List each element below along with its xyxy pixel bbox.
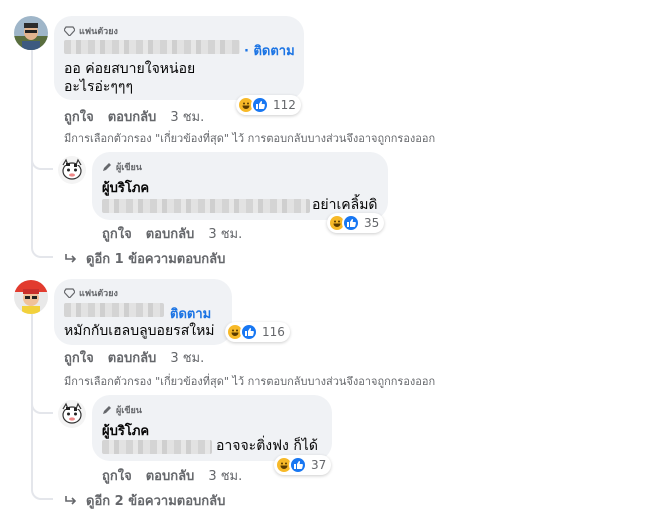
author-avatar[interactable] xyxy=(58,400,86,428)
reply-text: อาจจะติ่งฟง ก็ได้ xyxy=(216,438,318,454)
reply-author-name[interactable]: ผู้บริโภค xyxy=(102,177,149,198)
reaction-count: 116 xyxy=(262,325,285,339)
reply-actions: ถูกใจ ตอบกลับ 3 ชม. xyxy=(102,223,242,244)
reply-text: อย่าเคลิ้มดิ xyxy=(312,197,378,213)
reply-button[interactable]: ตอบกลับ xyxy=(146,465,195,486)
top-fan-badge: แฟนตัวยง xyxy=(64,286,118,300)
comment-actions: ถูกใจ ตอบกลับ 3 ชม. xyxy=(64,106,204,127)
like-button[interactable]: ถูกใจ xyxy=(102,465,132,486)
view-more-replies[interactable]: ดูอีก 2 ข้อความตอบกลับ xyxy=(64,490,225,511)
thread-line xyxy=(31,50,33,246)
reply-arrow-icon xyxy=(65,495,77,505)
blurred-commenter-name xyxy=(64,303,164,317)
filter-notice: มีการเลือกตัวกรอง "เกี่ยวข้องที่สุด" ไว้… xyxy=(64,132,436,145)
comment-timestamp[interactable]: 3 ชม. xyxy=(170,347,204,368)
reply-timestamp[interactable]: 3 ชม. xyxy=(208,465,242,486)
commenter-avatar[interactable] xyxy=(14,16,48,50)
blurred-commenter-name xyxy=(64,40,240,54)
badge-label: ผู้เขียน xyxy=(116,406,142,416)
badge-label: ผู้เขียน xyxy=(116,163,142,173)
reaction-count: 37 xyxy=(311,458,327,472)
reaction-summary[interactable]: 112 xyxy=(236,95,301,115)
badge-label: แฟนตัวยง xyxy=(79,27,118,37)
badge-label: แฟนตัวยง xyxy=(79,289,118,299)
view-more-replies[interactable]: ดูอีก 1 ข้อความตอบกลับ xyxy=(64,248,225,269)
reaction-count: 112 xyxy=(273,98,296,112)
reaction-summary[interactable]: 35 xyxy=(327,213,385,233)
reaction-summary[interactable]: 116 xyxy=(225,322,290,342)
reply-author-name[interactable]: ผู้บริโภค xyxy=(102,420,149,441)
reaction-summary[interactable]: 37 xyxy=(274,455,332,475)
reply-button[interactable]: ตอบกลับ xyxy=(146,223,195,244)
author-avatar[interactable] xyxy=(58,156,86,184)
filter-notice: มีการเลือกตัวกรอง "เกี่ยวข้องที่สุด" ไว้… xyxy=(64,375,436,388)
follow-link[interactable]: · ติดตาม xyxy=(244,40,295,61)
blurred-reply-text xyxy=(102,199,310,213)
reply-timestamp[interactable]: 3 ชม. xyxy=(208,223,242,244)
thread-connector xyxy=(31,156,53,170)
like-button[interactable]: ถูกใจ xyxy=(102,223,132,244)
comment-text-line: หมักกับเฮลบลูบอยรสใหม่ xyxy=(64,323,215,339)
top-fan-badge: แฟนตัวยง xyxy=(64,24,118,38)
diamond-icon xyxy=(64,26,75,36)
view-more-label: ดูอีก 2 ข้อความตอบกลับ xyxy=(86,494,226,509)
reply-arrow-icon xyxy=(65,253,77,263)
thread-connector xyxy=(31,244,53,258)
follow-link[interactable]: ติดตาม xyxy=(170,303,211,324)
like-button[interactable]: ถูกใจ xyxy=(64,106,94,127)
pencil-icon xyxy=(103,406,111,414)
comment-text-line: อะไรอ่ะๆๆๆ xyxy=(64,79,133,95)
reply-actions: ถูกใจ ตอบกลับ 3 ชม. xyxy=(102,465,242,486)
thread-connector xyxy=(31,486,53,500)
blurred-reply-text xyxy=(102,440,212,454)
pencil-icon xyxy=(103,163,111,171)
comment-text-line: ออ ค่อยสบายใจหน่อย xyxy=(64,61,196,77)
reply-button[interactable]: ตอบกลับ xyxy=(108,347,157,368)
like-icon xyxy=(251,96,269,114)
thread-connector xyxy=(31,400,53,414)
like-icon xyxy=(289,456,307,474)
like-icon xyxy=(342,214,360,232)
reply-button[interactable]: ตอบกลับ xyxy=(108,106,157,127)
author-badge: ผู้เขียน xyxy=(102,403,142,417)
reaction-count: 35 xyxy=(364,216,380,230)
like-button[interactable]: ถูกใจ xyxy=(64,347,94,368)
like-icon xyxy=(240,323,258,341)
comment-timestamp[interactable]: 3 ชม. xyxy=(170,106,204,127)
view-more-label: ดูอีก 1 ข้อความตอบกลับ xyxy=(86,252,226,267)
diamond-icon xyxy=(64,288,75,298)
commenter-avatar[interactable] xyxy=(14,280,48,314)
author-badge: ผู้เขียน xyxy=(102,160,142,174)
comment-actions: ถูกใจ ตอบกลับ 3 ชม. xyxy=(64,347,204,368)
